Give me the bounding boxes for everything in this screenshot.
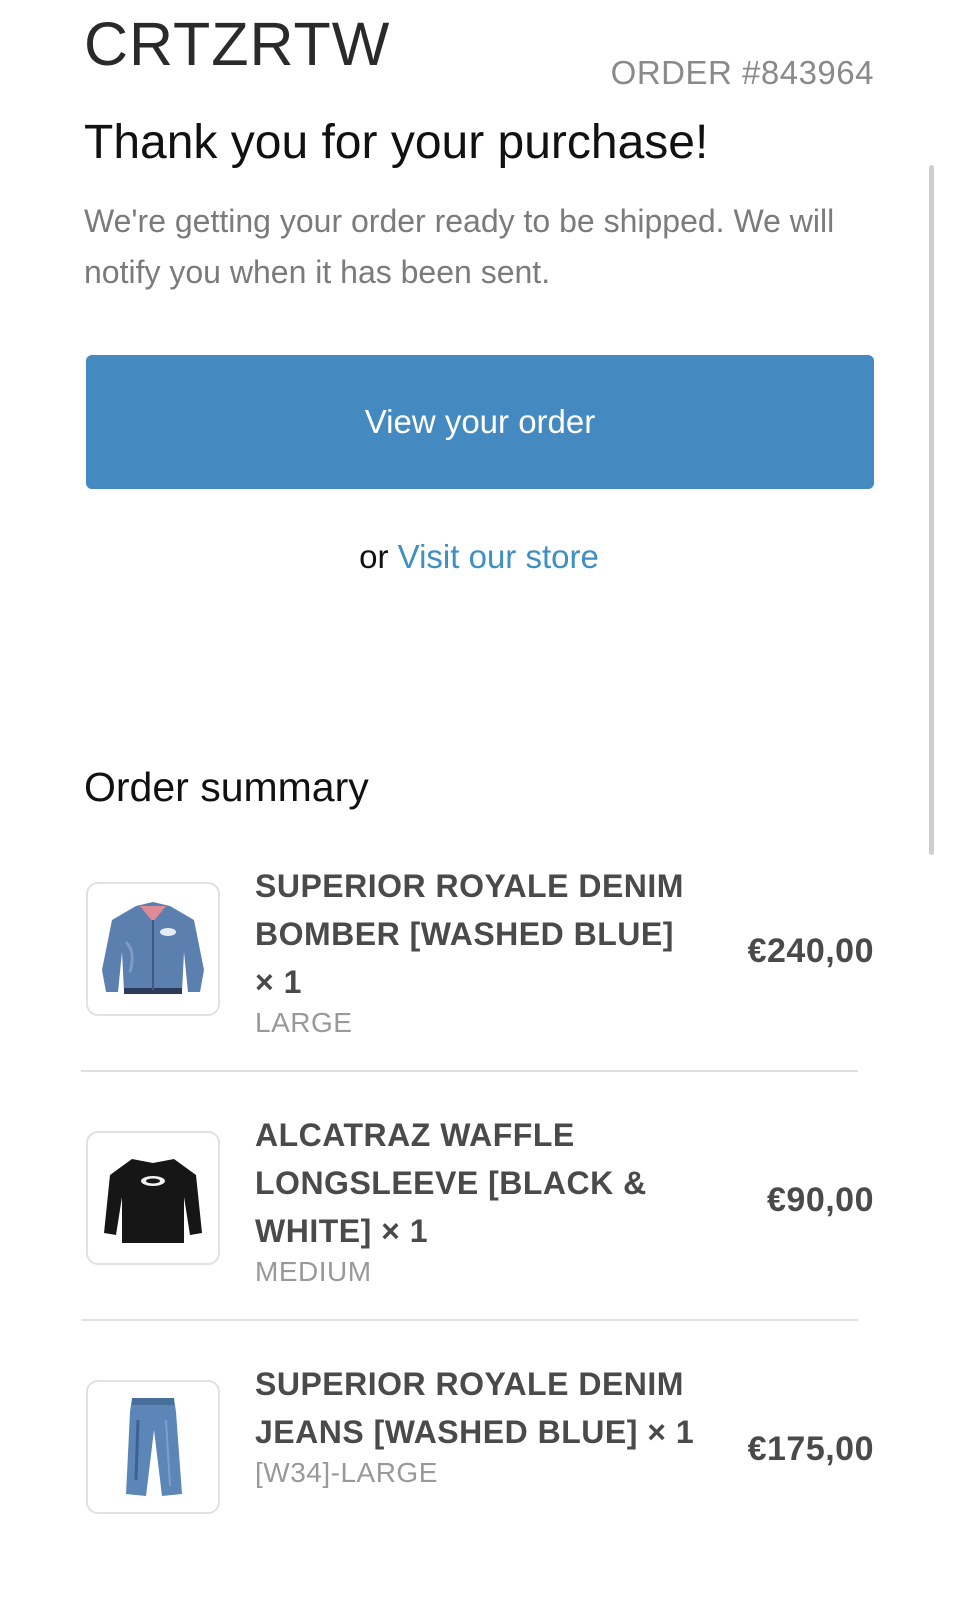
item-name[interactable]: ALCATRAZ WAFFLE LONGSLEEVE [BLACK & WHIT… <box>255 1111 695 1255</box>
view-order-button[interactable]: View your order <box>86 355 874 489</box>
item-price: €90,00 <box>767 1181 874 1219</box>
item-details: SUPERIOR ROYALE DENIM JEANS [WASHED BLUE… <box>255 1360 695 1490</box>
item-name[interactable]: SUPERIOR ROYALE DENIM BOMBER [WASHED BLU… <box>255 862 695 1006</box>
header: CRTZRTW ORDER #843964 <box>84 0 874 110</box>
brand-logo[interactable]: CRTZRTW <box>84 14 390 75</box>
order-number: ORDER #843964 <box>610 54 874 91</box>
divider <box>81 1070 858 1072</box>
denim-bomber-jacket-icon <box>102 902 204 994</box>
product-thumbnail[interactable] <box>86 1131 220 1265</box>
item-variant: [W34]-LARGE <box>255 1457 438 1488</box>
item-variant: LARGE <box>255 1007 353 1038</box>
order-confirmation: CRTZRTW ORDER #843964 Thank you for your… <box>81 0 874 1514</box>
or-text: or <box>359 538 398 575</box>
product-thumbnail[interactable] <box>86 1380 220 1514</box>
item-variant: MEDIUM <box>255 1256 372 1287</box>
denim-jeans-icon <box>126 1398 182 1496</box>
item-name[interactable]: SUPERIOR ROYALE DENIM JEANS [WASHED BLUE… <box>255 1360 695 1456</box>
item-price: €175,00 <box>747 1430 874 1468</box>
product-thumbnail[interactable] <box>86 882 220 1016</box>
item-details: SUPERIOR ROYALE DENIM BOMBER [WASHED BLU… <box>255 862 695 1040</box>
page-title: Thank you for your purchase! <box>84 116 709 169</box>
order-summary-title: Order summary <box>84 764 369 810</box>
confirmation-message: We're getting your order ready to be shi… <box>84 203 835 290</box>
visit-store-link[interactable]: Visit our store <box>398 538 599 575</box>
store-line: or Visit our store <box>84 538 874 576</box>
item-details: ALCATRAZ WAFFLE LONGSLEEVE [BLACK & WHIT… <box>255 1111 695 1289</box>
item-price: €240,00 <box>747 932 874 970</box>
black-longsleeve-icon <box>104 1159 202 1243</box>
scrollbar[interactable] <box>929 165 934 855</box>
divider <box>81 1319 858 1321</box>
